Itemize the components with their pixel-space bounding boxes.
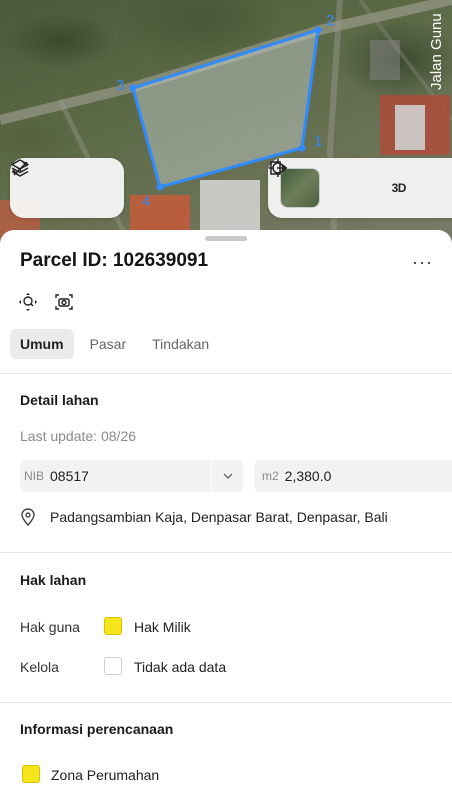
address-row: Padangsambian Kaja, Denpasar Barat, Denp… [20,508,388,526]
measure-button[interactable] [12,160,114,210]
divider [0,373,452,374]
vertex-label-1: 1 [314,133,322,150]
location-pin-icon [21,508,35,526]
zone-swatch [22,765,40,783]
map-view[interactable]: 1 2 3 4 Jalan Gunu 3D [0,0,452,245]
hak-guna-label: Hak guna [20,619,80,635]
address-text: Padangsambian Kaja, Denpasar Barat, Denp… [50,509,388,525]
three-d-button[interactable]: 3D [377,166,421,210]
planning-heading: Informasi perencanaan [20,721,174,737]
vertex-label-4: 4 [142,193,150,210]
kelola-label: Kelola [20,659,59,675]
zoom-to-parcel-icon[interactable] [18,292,38,312]
vertex-label-3: 3 [116,77,124,94]
hak-guna-value: Hak Milik [134,619,191,635]
zone-value: Zona Perumahan [51,767,160,783]
measure-icon [12,160,28,176]
tab-pasar[interactable]: Pasar [80,329,137,359]
vertex-label-2: 2 [326,12,334,29]
nib-prefix: NIB [24,469,45,483]
last-update: Last update: 08/26 [20,428,136,444]
camera-icon[interactable] [54,292,74,312]
sheet-grabber[interactable] [205,236,247,241]
export-button[interactable] [270,161,452,210]
tab-bar: Umum Pasar Tindakan [10,329,219,359]
parcel-title: Parcel ID: 102639091 [20,250,209,271]
map-tools-left [10,158,124,218]
hak-heading: Hak lahan [20,572,87,588]
tab-tindakan[interactable]: Tindakan [142,329,219,359]
kelola-value: Tidak ada data [134,659,227,675]
area-value: 2,380.0 [284,468,332,484]
parcel-sheet: Parcel ID: 102639091 ··· Umum Pasar Tind… [0,230,452,804]
kelola-swatch [104,657,122,675]
tab-umum[interactable]: Umum [10,329,74,359]
area-prefix: m2 [262,469,279,483]
map-tools-right: 3D [268,158,452,218]
area-field[interactable]: m2 2,380.0 [254,460,452,492]
nib-value: 08517 [50,468,89,484]
detail-heading: Detail lahan [20,392,99,408]
more-options-icon[interactable]: ··· [412,252,433,273]
hak-guna-swatch [104,617,122,635]
chevron-down-icon[interactable] [211,460,243,492]
nib-select[interactable]: NIB 08517 [20,460,243,492]
divider [0,552,452,553]
locate-button[interactable] [269,159,372,210]
export-icon [270,161,288,175]
divider [0,702,452,703]
street-label: Jalan Gunu [428,13,445,90]
